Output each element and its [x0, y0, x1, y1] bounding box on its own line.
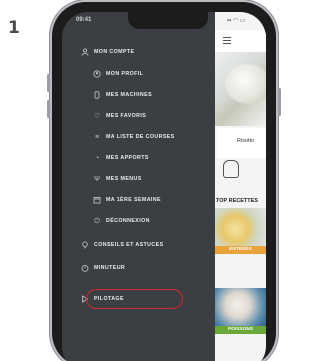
- category-card-poissons[interactable]: POISSONS: [215, 288, 266, 334]
- menu-item-label: MA LISTE DE COURSES: [106, 134, 175, 140]
- volume-up-button: [47, 74, 50, 92]
- featured-recipe-caption[interactable]: Risotto: [217, 128, 266, 158]
- user-icon: [80, 47, 90, 57]
- remote-icon: [80, 294, 90, 304]
- featured-recipe-photo[interactable]: [215, 52, 266, 126]
- top-recipes-title: TOP RECETTES: [216, 198, 258, 204]
- category-tag: ENTRÉES: [215, 246, 266, 254]
- menu-item-label: MON COMPTE: [94, 49, 135, 55]
- menu-item-label: MES MENUS: [106, 176, 142, 182]
- chef-hat-icon: [223, 160, 239, 178]
- step-number: 1: [8, 18, 20, 38]
- menu-item-mon-profil[interactable]: MON PROFIL: [62, 66, 215, 82]
- power-button: [278, 88, 281, 116]
- lightbulb-icon: [80, 240, 90, 250]
- phone-frame: 09:41 ▪▪ ◠ ▭ Risotto TOP RECETTES ENTRÉE…: [47, 2, 281, 361]
- app-content: Risotto TOP RECETTES ENTRÉES POISSONS: [215, 12, 266, 361]
- phone-screen: 09:41 ▪▪ ◠ ▭ Risotto TOP RECETTES ENTRÉE…: [62, 12, 266, 361]
- featured-recipe-title: Risotto: [237, 138, 255, 144]
- menu-item-mes-menus[interactable]: Ψ MES MENUS: [62, 171, 215, 187]
- status-icons: ▪▪ ◠ ▭: [227, 18, 246, 24]
- category-card-entrees[interactable]: ENTRÉES: [215, 208, 266, 254]
- side-drawer: MON COMPTE MON PROFIL MES MACHINES ♡ MES…: [62, 12, 215, 361]
- category-tag: POISSONS: [215, 326, 266, 334]
- menu-item-label: DÉCONNEXION: [106, 218, 150, 224]
- menu-item-label: MES MACHINES: [106, 92, 153, 98]
- menu-item-label: MINUTEUR: [94, 265, 126, 271]
- menu-item-minuteur[interactable]: MINUTEUR: [62, 260, 215, 276]
- menu-item-label: MES FAVORIS: [106, 113, 147, 119]
- menu-item-mes-favoris[interactable]: ♡ MES FAVORIS: [62, 108, 215, 124]
- menu-item-mes-machines[interactable]: MES MACHINES: [62, 87, 215, 103]
- menu-item-ma-1ere-semaine[interactable]: MA 1ÈRE SEMAINE: [62, 192, 215, 208]
- hamburger-icon[interactable]: [223, 37, 231, 44]
- menu-item-label: MA 1ÈRE SEMAINE: [106, 197, 161, 203]
- menu-item-deconnexion[interactable]: ⏻ DÉCONNEXION: [62, 213, 215, 229]
- profile-icon: [92, 69, 102, 79]
- list-icon: ≡: [94, 133, 100, 141]
- menu-item-mon-compte[interactable]: MON COMPTE: [62, 44, 215, 60]
- logout-icon: ⏻: [94, 217, 100, 225]
- app-header: [215, 30, 266, 52]
- menu-item-label: MES APPORTS: [106, 155, 149, 161]
- status-time: 09:41: [76, 17, 92, 23]
- calendar-icon: [92, 195, 102, 205]
- heart-icon: ♡: [93, 112, 101, 120]
- menu-item-label: CONSEILS ET ASTUCES: [94, 242, 164, 248]
- menu-item-ma-liste-de-courses[interactable]: ≡ MA LISTE DE COURSES: [62, 129, 215, 145]
- volume-down-button: [47, 100, 50, 118]
- category-photo: [215, 288, 266, 326]
- menu-item-label: PILOTAGE: [94, 296, 124, 302]
- timer-icon: [80, 263, 90, 273]
- cutlery-icon: Ψ: [94, 175, 100, 183]
- menu-item-label: MON PROFIL: [106, 71, 144, 77]
- category-photo: [215, 208, 266, 246]
- nutrition-icon: ◔: [94, 154, 100, 162]
- menu-item-mes-apports[interactable]: ◔ MES APPORTS: [62, 150, 215, 166]
- menu-item-conseils-et-astuces[interactable]: CONSEILS ET ASTUCES: [62, 237, 215, 253]
- device-icon: [92, 90, 102, 100]
- notch: [128, 12, 208, 29]
- menu-item-pilotage[interactable]: PILOTAGE: [62, 291, 215, 307]
